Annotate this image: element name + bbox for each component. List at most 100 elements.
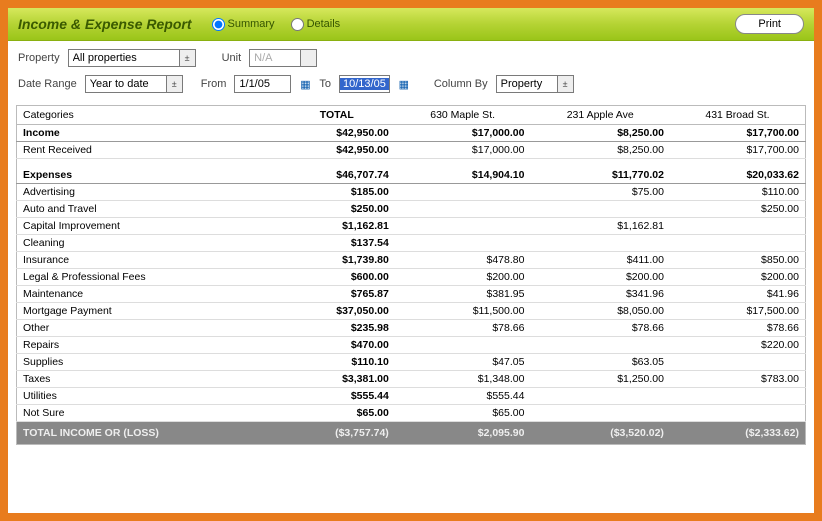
cell: $381.95: [395, 285, 531, 302]
property-dropdown-btn[interactable]: ±: [179, 50, 195, 66]
footer-cell: ($2,333.62): [670, 421, 806, 444]
from-input[interactable]: [235, 76, 290, 92]
table-row: Other$235.98$78.66$78.66$78.66: [17, 319, 806, 336]
cell: $470.00: [279, 336, 395, 353]
cell: $42,950.00: [279, 142, 395, 159]
column-header: 630 Maple St.: [395, 106, 531, 125]
date-range-input[interactable]: [86, 76, 166, 92]
unit-combo[interactable]: [249, 49, 317, 67]
table-row: Auto and Travel$250.00$250.00: [17, 200, 806, 217]
from-combo[interactable]: [234, 75, 291, 93]
date-range-dropdown-btn[interactable]: ±: [166, 76, 182, 92]
cell: $478.80: [395, 251, 531, 268]
cell: $11,500.00: [395, 302, 531, 319]
cell: $783.00: [670, 370, 806, 387]
table-header-row: CategoriesTOTAL630 Maple St.231 Apple Av…: [17, 106, 806, 125]
cell: $110.10: [279, 353, 395, 370]
cell: $200.00: [670, 268, 806, 285]
row-label: Advertising: [17, 183, 279, 200]
table-row: Advertising$185.00$75.00$110.00: [17, 183, 806, 200]
cell: [395, 183, 531, 200]
cell: [670, 353, 806, 370]
cell: $37,050.00: [279, 302, 395, 319]
cell: $65.00: [395, 404, 531, 421]
table-row: Capital Improvement$1,162.81$1,162.81: [17, 217, 806, 234]
cell: [395, 234, 531, 251]
date-range-label: Date Range: [18, 78, 77, 90]
calendar-icon[interactable]: ▦: [396, 76, 412, 92]
table-row: Cleaning$137.54: [17, 234, 806, 251]
property-input[interactable]: [69, 50, 179, 66]
cell: $341.96: [530, 285, 669, 302]
cell: $600.00: [279, 268, 395, 285]
table-row: Utilities$555.44$555.44: [17, 387, 806, 404]
row-label: Taxes: [17, 370, 279, 387]
row-label: Maintenance: [17, 285, 279, 302]
cell: $1,250.00: [530, 370, 669, 387]
row-label: Mortgage Payment: [17, 302, 279, 319]
column-by-combo[interactable]: ±: [496, 75, 574, 93]
cell: [530, 234, 669, 251]
cell: $137.54: [279, 234, 395, 251]
print-button[interactable]: Print: [735, 14, 804, 34]
column-header: 231 Apple Ave: [530, 106, 669, 125]
column-by-input[interactable]: [497, 76, 557, 92]
cell: [530, 387, 669, 404]
column-header: Categories: [17, 106, 279, 125]
row-label: Legal & Professional Fees: [17, 268, 279, 285]
cell: $17,500.00: [670, 302, 806, 319]
table-row: Maintenance$765.87$381.95$341.96$41.96: [17, 285, 806, 302]
table-body: Income$42,950.00$17,000.00$8,250.00$17,7…: [17, 125, 806, 422]
table-row: Repairs$470.00 $220.00: [17, 336, 806, 353]
column-by-dropdown-btn[interactable]: ±: [557, 76, 573, 92]
radio-details[interactable]: Details: [291, 18, 341, 31]
cell: $3,381.00: [279, 370, 395, 387]
cell: $200.00: [395, 268, 531, 285]
cell: $47.05: [395, 353, 531, 370]
table-footer-row: TOTAL INCOME OR (LOSS)($3,757.74)$2,095.…: [17, 421, 806, 444]
cell: $17,700.00: [670, 125, 806, 142]
cell: [530, 404, 669, 421]
row-label: Supplies: [17, 353, 279, 370]
row-label: Insurance: [17, 251, 279, 268]
filter-bar: Property ± Unit Date Range ± From ▦ To 1…: [8, 41, 814, 105]
row-label: Rent Received: [17, 142, 279, 159]
section-header-row: Expenses$46,707.74$14,904.10$11,770.02$2…: [17, 167, 806, 184]
cell: $8,250.00: [530, 142, 669, 159]
unit-dropdown-btn[interactable]: [300, 50, 316, 66]
cell: $8,250.00: [530, 125, 669, 142]
date-range-combo[interactable]: ±: [85, 75, 183, 93]
unit-input[interactable]: [250, 50, 300, 66]
cell: $411.00: [530, 251, 669, 268]
cell: [530, 336, 669, 353]
cell: $235.98: [279, 319, 395, 336]
unit-label: Unit: [222, 52, 242, 64]
row-label: Capital Improvement: [17, 217, 279, 234]
calendar-icon[interactable]: ▦: [297, 76, 313, 92]
column-header: TOTAL: [279, 106, 395, 125]
cell: $20,033.62: [670, 167, 806, 184]
cell: $110.00: [670, 183, 806, 200]
cell: [395, 336, 531, 353]
cell: $17,700.00: [670, 142, 806, 159]
to-label: To: [319, 78, 331, 90]
property-combo[interactable]: ±: [68, 49, 196, 67]
table-row: Rent Received$42,950.00$17,000.00$8,250.…: [17, 142, 806, 159]
footer-cell: ($3,757.74): [279, 421, 395, 444]
table-row: Insurance$1,739.80$478.80$411.00$850.00: [17, 251, 806, 268]
section-title: Income: [17, 125, 279, 142]
radio-summary[interactable]: Summary: [212, 18, 275, 31]
to-input[interactable]: 10/13/05: [340, 78, 389, 90]
cell: $11,770.02: [530, 167, 669, 184]
cell: $185.00: [279, 183, 395, 200]
cell: $63.05: [530, 353, 669, 370]
view-radio-group: Summary Details: [212, 18, 353, 31]
cell: $42,950.00: [279, 125, 395, 142]
cell: $555.44: [279, 387, 395, 404]
to-combo[interactable]: 10/13/05: [339, 75, 390, 93]
cell: [670, 217, 806, 234]
cell: $220.00: [670, 336, 806, 353]
cell: $1,348.00: [395, 370, 531, 387]
row-label: Repairs: [17, 336, 279, 353]
row-label: Utilities: [17, 387, 279, 404]
